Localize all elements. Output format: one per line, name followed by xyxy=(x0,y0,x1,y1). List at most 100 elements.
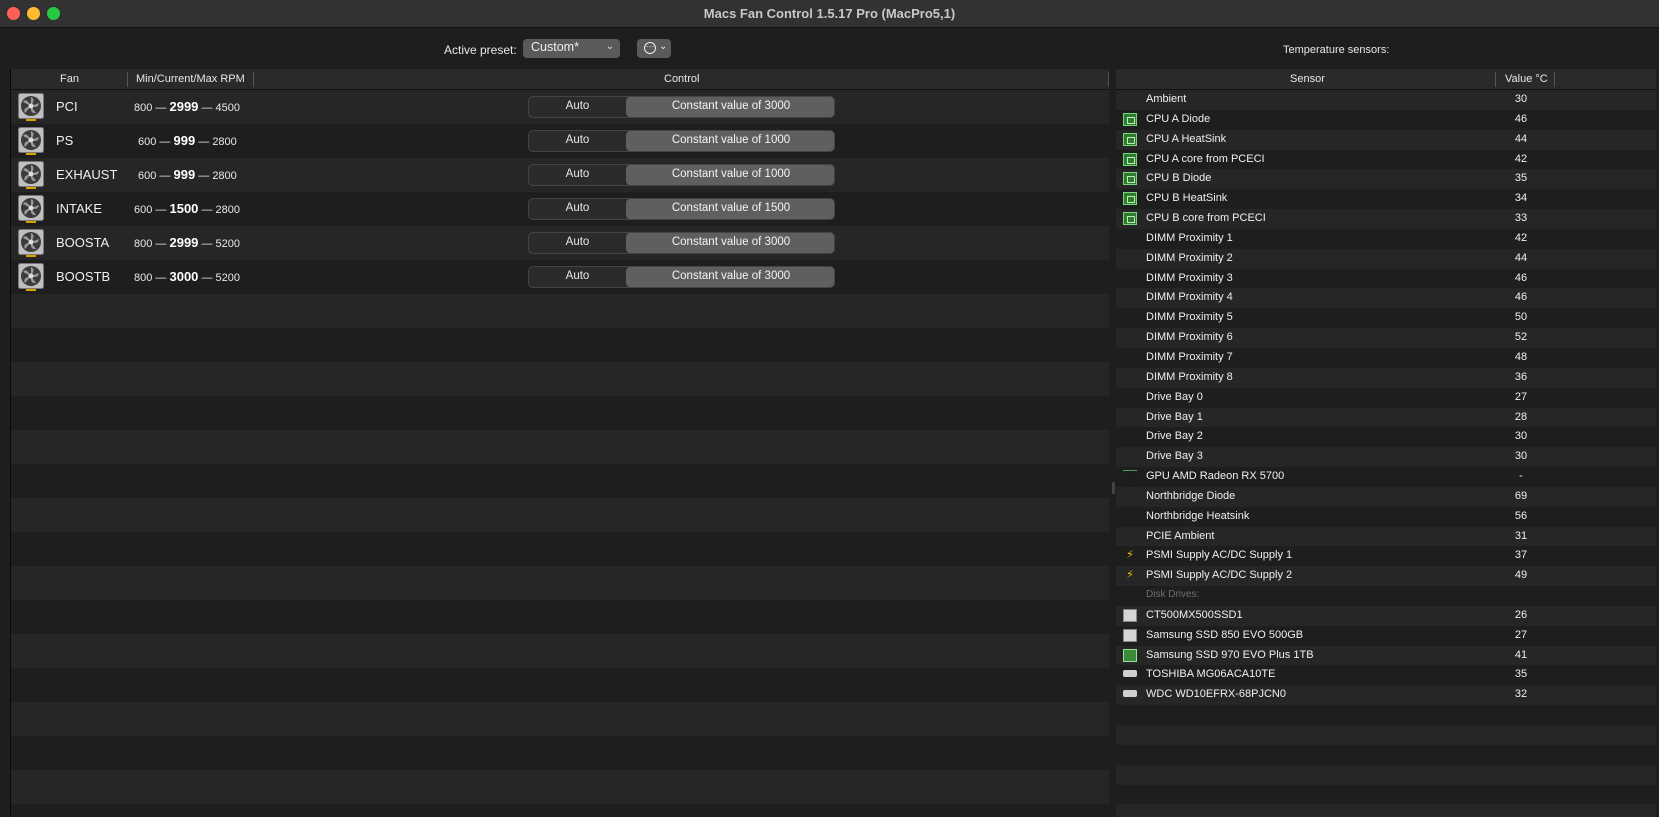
sensor-name: Samsung SSD 970 EVO Plus 1TB xyxy=(1146,648,1314,661)
cpu-chip-icon xyxy=(1123,152,1137,166)
constant-value-button[interactable]: Constant value of 1000 xyxy=(626,131,834,151)
constant-value-button[interactable]: Constant value of 3000 xyxy=(626,267,834,287)
auto-button[interactable]: Auto xyxy=(529,131,626,151)
sensor-name: DIMM Proximity 8 xyxy=(1146,370,1233,383)
fan-row[interactable]: BOOSTA 800 — 2999 — 5200 Auto Constant valu… xyxy=(11,226,1109,260)
fan-rpm-max: 2800 xyxy=(212,136,237,148)
auto-button[interactable]: Auto xyxy=(529,267,626,287)
preset-select[interactable]: Custom* ⌄ xyxy=(523,39,620,58)
fan-row[interactable]: EXHAUST 600 — 999 — 2800 Auto Constant valu… xyxy=(11,158,1109,192)
sensor-row[interactable]: Northbridge Diode 69 xyxy=(1116,486,1656,507)
sensor-row[interactable]: CPU B Diode 35 xyxy=(1116,169,1656,190)
fan-column-header[interactable]: Fan xyxy=(60,73,79,85)
fan-rpm-min: 800 xyxy=(134,238,153,250)
sensor-name: CPU B HeatSink xyxy=(1146,192,1228,205)
constant-value-button[interactable]: Constant value of 3000 xyxy=(626,97,834,117)
fan-rpm-current: 999 xyxy=(173,167,196,182)
fan-rpm: 800 — 2999 — 4500 xyxy=(134,99,241,114)
cpu-chip-icon xyxy=(1123,132,1137,146)
rpm-column-header[interactable]: Min/Current/Max RPM xyxy=(136,73,245,85)
constant-value-button[interactable]: Constant value of 1000 xyxy=(626,165,834,185)
sensor-row[interactable]: CT500MX500SSD1 26 xyxy=(1116,605,1656,626)
constant-value-button[interactable]: Constant value of 3000 xyxy=(626,233,834,253)
fan-row[interactable]: PS 600 — 999 — 2800 Auto Constant value of … xyxy=(11,124,1109,158)
sensor-row[interactable]: WDC WD10EFRX-68PJCN0 32 xyxy=(1116,685,1656,706)
auto-button[interactable]: Auto xyxy=(529,233,626,253)
sensor-value: 33 xyxy=(1514,212,1528,225)
chevron-down-icon: ⌄ xyxy=(605,41,614,52)
sensor-name: Ambient xyxy=(1146,93,1187,105)
empty-row xyxy=(11,294,1109,328)
value-column-header[interactable]: Value °C xyxy=(1505,73,1548,85)
sensor-value: 46 xyxy=(1514,291,1528,304)
fan-rpm-max: 2800 xyxy=(212,170,237,182)
sensor-value: 52 xyxy=(1514,331,1528,344)
column-separator[interactable] xyxy=(253,72,254,87)
fan-control-segmented: Auto Constant value of 3000 xyxy=(528,96,835,118)
fan-row[interactable]: BOOSTB 800 — 3000 — 5200 Auto Constant valu… xyxy=(11,260,1109,294)
sensor-section-header: Disk Drives: xyxy=(1116,586,1656,606)
column-separator[interactable] xyxy=(1108,72,1109,87)
sensor-row[interactable]: DIMM Proximity 5 50 xyxy=(1116,308,1656,329)
sensor-row[interactable]: CPU A core from PCECI 42 xyxy=(1116,149,1656,170)
sensor-name: WDC WD10EFRX-68PJCN0 xyxy=(1146,688,1286,701)
sensor-row[interactable]: DIMM Proximity 7 48 xyxy=(1116,347,1656,368)
sensor-row[interactable]: DIMM Proximity 6 52 xyxy=(1116,328,1656,348)
sensor-row[interactable]: Northbridge Heatsink 56 xyxy=(1116,506,1656,527)
sensor-row[interactable]: ⚡ PSMI Supply AC/DC Supply 1 37 xyxy=(1116,546,1656,567)
sensor-row[interactable]: CPU B core from PCECI 33 xyxy=(1116,209,1656,229)
sensor-row[interactable]: Ambient 30 xyxy=(1116,90,1656,110)
sensor-row[interactable]: PCIE Ambient 31 xyxy=(1116,526,1656,547)
sensor-value: 35 xyxy=(1514,172,1528,185)
sensor-name: Disk Drives: xyxy=(1146,589,1200,601)
sensor-row[interactable]: GPU AMD Radeon RX 5700 - xyxy=(1116,467,1656,487)
sensor-table-header: Sensor Value °C xyxy=(1116,69,1656,90)
sensor-name: GPU AMD Radeon RX 5700 xyxy=(1146,470,1285,483)
title-bar: Macs Fan Control 1.5.17 Pro (MacPro5,1) xyxy=(0,0,1659,28)
fan-control-segmented: Auto Constant value of 3000 xyxy=(528,266,835,288)
sensor-row[interactable]: DIMM Proximity 4 46 xyxy=(1116,288,1656,309)
split-view-divider[interactable] xyxy=(1112,482,1115,494)
sensor-name: DIMM Proximity 2 xyxy=(1146,251,1233,264)
sensor-value: 69 xyxy=(1514,489,1528,502)
sensor-row[interactable]: DIMM Proximity 8 36 xyxy=(1116,367,1656,388)
column-separator[interactable] xyxy=(1495,72,1496,87)
fan-icon xyxy=(18,127,44,155)
auto-button[interactable]: Auto xyxy=(529,165,626,185)
cpu-chip-icon xyxy=(1123,212,1137,226)
sensor-row[interactable]: TOSHIBA MG06ACA10TE 35 xyxy=(1116,665,1656,686)
sensor-row[interactable]: Drive Bay 3 30 xyxy=(1116,447,1656,468)
sensor-value: 35 xyxy=(1514,668,1528,681)
hdd-icon xyxy=(1123,690,1137,698)
fan-name: PCI xyxy=(56,99,78,114)
constant-value-button[interactable]: Constant value of 1500 xyxy=(626,199,834,219)
sensor-row[interactable]: Drive Bay 1 28 xyxy=(1116,407,1656,428)
empty-row xyxy=(1116,784,1656,805)
sensor-value: 30 xyxy=(1514,450,1528,463)
sensor-row[interactable]: DIMM Proximity 3 46 xyxy=(1116,268,1656,289)
sensor-row[interactable]: CPU B HeatSink 34 xyxy=(1116,189,1656,210)
column-separator[interactable] xyxy=(1554,72,1555,87)
sensor-row[interactable]: CPU A Diode 46 xyxy=(1116,109,1656,130)
more-options-button[interactable]: ··· ⌄ xyxy=(637,39,671,58)
sensor-row[interactable]: Drive Bay 2 30 xyxy=(1116,427,1656,448)
control-column-header[interactable]: Control xyxy=(664,73,699,85)
sensor-name: PSMI Supply AC/DC Supply 1 xyxy=(1146,549,1293,562)
fan-icon xyxy=(18,93,44,121)
sensor-value: 50 xyxy=(1514,311,1528,324)
column-separator[interactable] xyxy=(127,72,128,87)
sensor-row[interactable]: CPU A HeatSink 44 xyxy=(1116,129,1656,150)
auto-button[interactable]: Auto xyxy=(529,199,626,219)
sensor-row[interactable]: Drive Bay 0 27 xyxy=(1116,387,1656,408)
sensor-row[interactable]: Samsung SSD 970 EVO Plus 1TB 41 xyxy=(1116,645,1656,666)
sensor-column-header[interactable]: Sensor xyxy=(1290,73,1325,85)
sensor-row[interactable]: Samsung SSD 850 EVO 500GB 27 xyxy=(1116,625,1656,646)
fan-row[interactable]: INTAKE 600 — 1500 — 2800 Auto Constant valu… xyxy=(11,192,1109,226)
sensor-row[interactable]: DIMM Proximity 2 44 xyxy=(1116,248,1656,269)
fan-row[interactable]: PCI 800 — 2999 — 4500 Auto Constant value o… xyxy=(11,90,1109,124)
sensor-row[interactable]: ⚡ PSMI Supply AC/DC Supply 2 49 xyxy=(1116,566,1656,587)
sensor-value: 48 xyxy=(1514,350,1528,363)
sensor-value: 26 xyxy=(1514,608,1528,621)
auto-button[interactable]: Auto xyxy=(529,97,626,117)
sensor-row[interactable]: DIMM Proximity 1 42 xyxy=(1116,228,1656,249)
